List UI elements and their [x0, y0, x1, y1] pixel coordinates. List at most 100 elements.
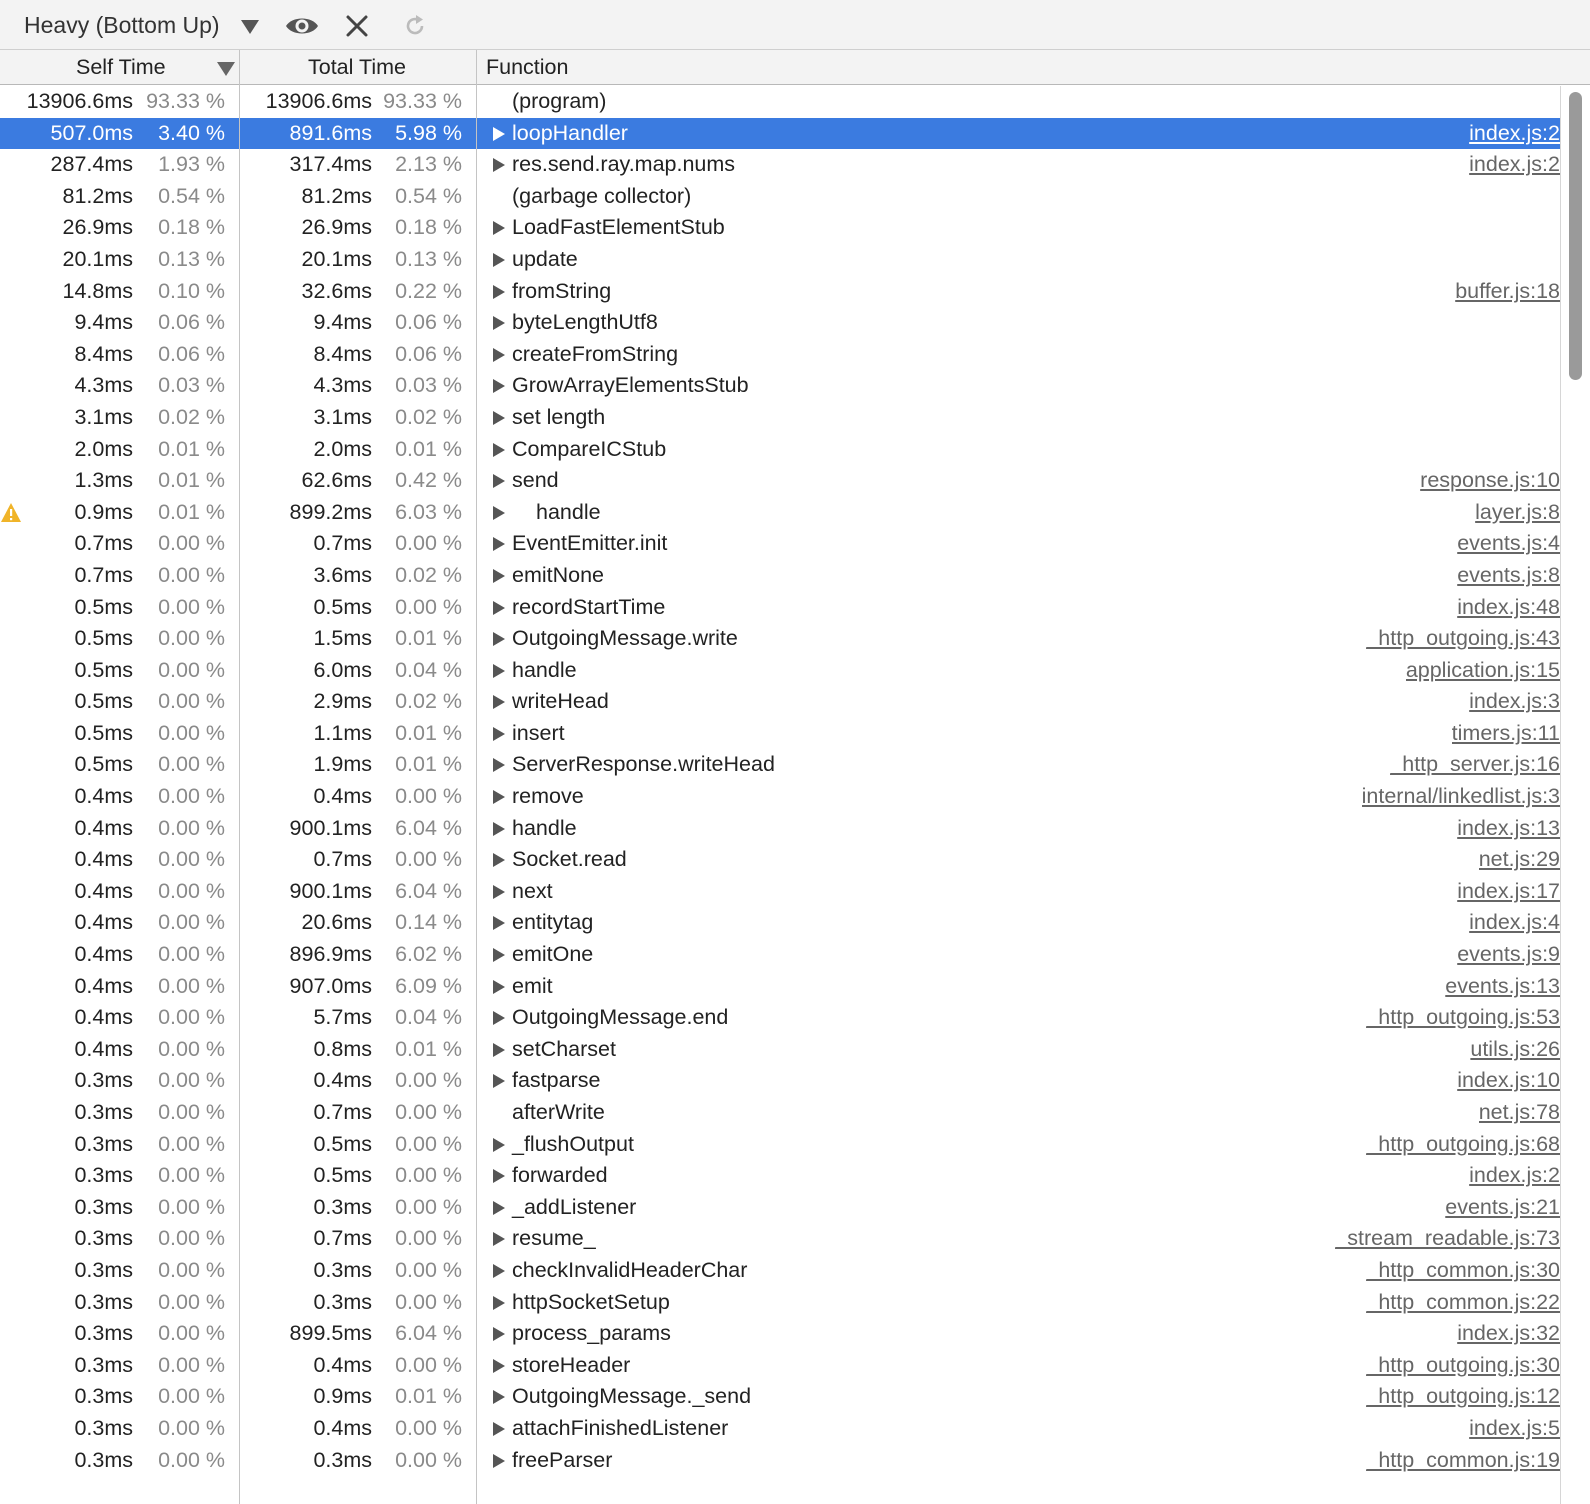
table-row[interactable]: 0.4ms 0.00 % 20.6ms 0.14 % entitytag index.js…: [0, 907, 1560, 939]
source-link[interactable]: index.js:13: [1457, 813, 1560, 845]
expand-arrow-icon[interactable]: [493, 347, 505, 362]
source-link[interactable]: events.js:13: [1445, 971, 1560, 1003]
expand-arrow-icon[interactable]: [493, 252, 505, 267]
expand-arrow-icon[interactable]: [493, 853, 505, 868]
source-link[interactable]: events.js:9: [1457, 939, 1560, 971]
expand-arrow-icon[interactable]: [493, 979, 505, 994]
source-link[interactable]: index.js:48: [1457, 592, 1560, 624]
table-row[interactable]: 0.5ms 0.00 % 6.0ms 0.04 % handle application.…: [0, 655, 1560, 687]
source-link[interactable]: layer.js:8: [1475, 497, 1560, 529]
table-row[interactable]: 0.4ms 0.00 % 896.9ms 6.02 % emitOne events.js…: [0, 939, 1560, 971]
table-row[interactable]: 0.9ms 0.01 % 899.2ms 6.03 % handle layer.js:8: [0, 497, 1560, 529]
sort-descending-icon[interactable]: [217, 62, 235, 76]
expand-arrow-icon[interactable]: [493, 821, 505, 836]
source-link[interactable]: response.js:10: [1420, 465, 1560, 497]
source-link[interactable]: index.js:10: [1457, 1065, 1560, 1097]
source-link[interactable]: timers.js:11: [1452, 718, 1560, 750]
table-row[interactable]: 0.3ms 0.00 % 899.5ms 6.04 % process_params in…: [0, 1318, 1560, 1350]
expand-arrow-icon[interactable]: [493, 884, 505, 899]
expand-arrow-icon[interactable]: [493, 663, 505, 678]
expand-arrow-icon[interactable]: [493, 916, 505, 931]
table-row[interactable]: 0.3ms 0.00 % 0.3ms 0.00 % checkInvalidHeader…: [0, 1255, 1560, 1287]
source-link[interactable]: internal/linkedlist.js:3: [1362, 781, 1560, 813]
expand-arrow-icon[interactable]: [493, 758, 505, 773]
source-link[interactable]: events.js:8: [1457, 560, 1560, 592]
source-link[interactable]: net.js:29: [1479, 844, 1560, 876]
function-header[interactable]: Function: [486, 55, 568, 80]
table-row[interactable]: 26.9ms 0.18 % 26.9ms 0.18 % LoadFastElementS…: [0, 212, 1560, 244]
table-row[interactable]: 0.5ms 0.00 % 1.5ms 0.01 % OutgoingMessage.wr…: [0, 623, 1560, 655]
table-row[interactable]: 0.4ms 0.00 % 900.1ms 6.04 % handle index.js:1…: [0, 813, 1560, 845]
source-link[interactable]: events.js:4: [1457, 528, 1560, 560]
table-row[interactable]: 0.3ms 0.00 % 0.5ms 0.00 % _flushOutput _http_…: [0, 1129, 1560, 1161]
expand-arrow-icon[interactable]: [493, 790, 505, 805]
source-link[interactable]: index.js:32: [1457, 1318, 1560, 1350]
table-row[interactable]: 0.3ms 0.00 % 0.7ms 0.00 % resume_ _stream_rea…: [0, 1223, 1560, 1255]
expand-arrow-icon[interactable]: [493, 379, 505, 394]
table-row[interactable]: 0.3ms 0.00 % 0.9ms 0.01 % OutgoingMessage._s…: [0, 1381, 1560, 1413]
source-link[interactable]: _http_outgoing.js:12: [1366, 1381, 1560, 1413]
scrollbar-thumb[interactable]: [1569, 92, 1582, 380]
expand-arrow-icon[interactable]: [493, 1200, 505, 1215]
source-link[interactable]: index.js:3: [1469, 686, 1560, 718]
source-link[interactable]: application.js:15: [1406, 655, 1560, 687]
expand-arrow-icon[interactable]: [493, 1074, 505, 1089]
table-row[interactable]: 0.3ms 0.00 % 0.3ms 0.00 % _addListener events…: [0, 1192, 1560, 1224]
table-row[interactable]: 4.3ms 0.03 % 4.3ms 0.03 % GrowArrayElementsS…: [0, 370, 1560, 402]
expand-arrow-icon[interactable]: [493, 632, 505, 647]
table-row[interactable]: 0.5ms 0.00 % 2.9ms 0.02 % writeHead index.js:…: [0, 686, 1560, 718]
table-row[interactable]: 2.0ms 0.01 % 2.0ms 0.01 % CompareICStub: [0, 434, 1560, 466]
source-link[interactable]: _http_server.js:16: [1390, 749, 1560, 781]
source-link[interactable]: index.js:2: [1469, 149, 1560, 181]
source-link[interactable]: buffer.js:18: [1455, 276, 1560, 308]
table-row[interactable]: 0.5ms 0.00 % 0.5ms 0.00 % recordStartTime ind…: [0, 592, 1560, 624]
table-row[interactable]: 13906.6ms 93.33 % 13906.6ms 93.33 % (program…: [0, 86, 1560, 118]
source-link[interactable]: _stream_readable.js:73: [1335, 1223, 1560, 1255]
expand-arrow-icon[interactable]: [493, 1169, 505, 1184]
table-row[interactable]: 0.4ms 0.00 % 0.8ms 0.01 % setCharset utils.js…: [0, 1034, 1560, 1066]
expand-arrow-icon[interactable]: [493, 1263, 505, 1278]
source-link[interactable]: _http_common.js:22: [1366, 1287, 1560, 1319]
expand-arrow-icon[interactable]: [493, 1232, 505, 1247]
table-row[interactable]: 0.4ms 0.00 % 0.7ms 0.00 % Socket.read net.js:…: [0, 844, 1560, 876]
source-link[interactable]: _http_outgoing.js:43: [1366, 623, 1560, 655]
table-row[interactable]: 0.4ms 0.00 % 900.1ms 6.04 % next index.js:17: [0, 876, 1560, 908]
expand-arrow-icon[interactable]: [493, 1042, 505, 1057]
source-link[interactable]: _http_outgoing.js:68: [1366, 1129, 1560, 1161]
table-row[interactable]: 0.3ms 0.00 % 0.3ms 0.00 % freeParser _http_co…: [0, 1445, 1560, 1477]
expand-arrow-icon[interactable]: [493, 1295, 505, 1310]
source-link[interactable]: index.js:2: [1469, 118, 1560, 150]
table-row[interactable]: 0.3ms 0.00 % 0.4ms 0.00 % attachFinishedList…: [0, 1413, 1560, 1445]
self-time-header[interactable]: Self Time: [76, 55, 166, 80]
table-row[interactable]: 0.5ms 0.00 % 1.1ms 0.01 % insert timers.js:11: [0, 718, 1560, 750]
table-row[interactable]: 0.7ms 0.00 % 0.7ms 0.00 % EventEmitter.init e…: [0, 528, 1560, 560]
expand-arrow-icon[interactable]: [493, 1421, 505, 1436]
chevron-down-icon[interactable]: [241, 20, 259, 34]
table-row[interactable]: 14.8ms 0.10 % 32.6ms 0.22 % fromString buffer…: [0, 276, 1560, 308]
source-link[interactable]: index.js:2: [1469, 1160, 1560, 1192]
table-row[interactable]: 0.3ms 0.00 % 0.4ms 0.00 % fastparse index.js:…: [0, 1065, 1560, 1097]
table-row[interactable]: 0.3ms 0.00 % 0.3ms 0.00 % httpSocketSetup _ht…: [0, 1287, 1560, 1319]
source-link[interactable]: events.js:21: [1445, 1192, 1560, 1224]
table-row[interactable]: 3.1ms 0.02 % 3.1ms 0.02 % set length: [0, 402, 1560, 434]
expand-arrow-icon[interactable]: [493, 1358, 505, 1373]
scrollbar[interactable]: [1560, 86, 1590, 1504]
expand-arrow-icon[interactable]: [493, 474, 505, 489]
table-row[interactable]: 20.1ms 0.13 % 20.1ms 0.13 % update: [0, 244, 1560, 276]
expand-arrow-icon[interactable]: [493, 726, 505, 741]
expand-arrow-icon[interactable]: [493, 600, 505, 615]
source-link[interactable]: _http_outgoing.js:30: [1366, 1350, 1560, 1382]
expand-arrow-icon[interactable]: [493, 126, 505, 141]
expand-arrow-icon[interactable]: [493, 284, 505, 299]
source-link[interactable]: _http_common.js:30: [1366, 1255, 1560, 1287]
source-link[interactable]: index.js:4: [1469, 907, 1560, 939]
table-row[interactable]: 9.4ms 0.06 % 9.4ms 0.06 % byteLengthUtf8: [0, 307, 1560, 339]
source-link[interactable]: utils.js:26: [1470, 1034, 1560, 1066]
table-row[interactable]: 0.5ms 0.00 % 1.9ms 0.01 % ServerResponse.wri…: [0, 749, 1560, 781]
table-row[interactable]: 507.0ms 3.40 % 891.6ms 5.98 % loopHandler ind…: [0, 117, 1560, 150]
table-row[interactable]: 8.4ms 0.06 % 8.4ms 0.06 % createFromString: [0, 339, 1560, 371]
table-row[interactable]: 0.3ms 0.00 % 0.4ms 0.00 % storeHeader _http_o…: [0, 1350, 1560, 1382]
table-row[interactable]: 0.3ms 0.00 % 0.7ms 0.00 % afterWrite net.js:7…: [0, 1097, 1560, 1129]
expand-arrow-icon[interactable]: [493, 1453, 505, 1468]
table-row[interactable]: 0.4ms 0.00 % 907.0ms 6.09 % emit events.js:13: [0, 971, 1560, 1003]
